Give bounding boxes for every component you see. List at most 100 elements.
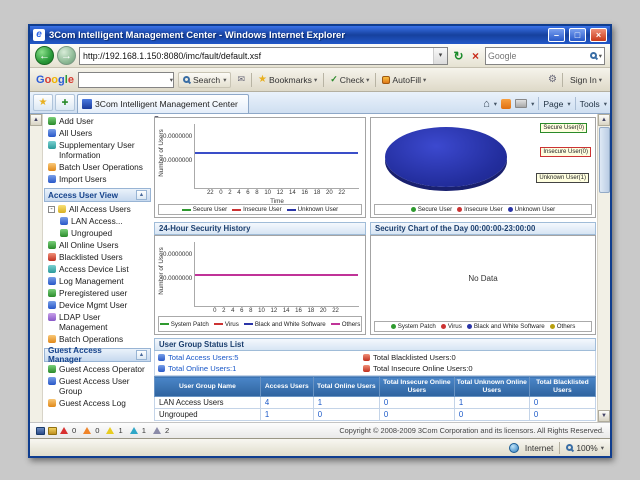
content-scrollbar[interactable]: ▲ ▼ bbox=[597, 114, 610, 422]
tools-menu-button[interactable]: Tools bbox=[580, 99, 600, 109]
check-button[interactable]: ✓Check▾ bbox=[328, 73, 371, 86]
device-status-icon[interactable] bbox=[36, 427, 45, 435]
sidebar-item-all-online-users[interactable]: All Online Users bbox=[44, 239, 151, 251]
user-group-name-cell[interactable]: LAN Access Users bbox=[155, 397, 261, 409]
sidebar-item-guest-access-log[interactable]: Guest Access Log bbox=[44, 397, 151, 409]
sidebar-item-import-users[interactable]: Import Users bbox=[44, 173, 151, 185]
stat-total-access-users[interactable]: Total Access Users:5 bbox=[158, 353, 363, 362]
scroll-up-icon[interactable]: ▲ bbox=[30, 114, 42, 126]
tree-collapse-icon[interactable]: - bbox=[48, 206, 55, 213]
panel-access-user-view[interactable]: Access User View ▲ bbox=[44, 188, 151, 202]
column-header[interactable]: Access Users bbox=[260, 377, 313, 397]
critical-alarm-icon[interactable] bbox=[60, 427, 68, 434]
table-row[interactable]: Ungrouped 1 0 0 0 0 bbox=[155, 409, 596, 421]
blacklisted-cell[interactable]: 0 bbox=[529, 409, 595, 421]
user-group-name-cell[interactable]: Ungrouped bbox=[155, 409, 261, 421]
blacklisted-cell[interactable]: 0 bbox=[529, 397, 595, 409]
stat-total-blacklisted-users[interactable]: Total Blacklisted Users:0 bbox=[363, 353, 592, 362]
sidebar-item-ungrouped[interactable]: Ungrouped bbox=[44, 227, 151, 239]
stat-total-insecure-online-users[interactable]: Total Insecure Online Users:0 bbox=[363, 364, 592, 373]
unknown-online-cell[interactable]: 1 bbox=[454, 397, 529, 409]
gear-icon[interactable]: ⚙ bbox=[548, 74, 557, 85]
scrollbar-thumb[interactable] bbox=[599, 127, 610, 193]
insecure-online-cell[interactable]: 0 bbox=[379, 397, 454, 409]
sidebar-scrollbar[interactable]: ▲ bbox=[30, 114, 43, 422]
sign-in-button[interactable]: Sign In▾ bbox=[568, 74, 604, 86]
scroll-up-icon[interactable]: ▲ bbox=[598, 114, 610, 126]
major-alarm-icon[interactable] bbox=[83, 427, 91, 434]
close-button[interactable]: × bbox=[590, 28, 607, 42]
info-alarm-count[interactable]: 2 bbox=[165, 426, 169, 435]
maximize-button[interactable]: □ bbox=[569, 28, 586, 42]
sidebar-item-lan-access[interactable]: LAN Access... bbox=[44, 215, 151, 227]
sidebar-item-batch-user-operations[interactable]: Batch User Operations bbox=[44, 161, 151, 173]
search-dropdown-icon[interactable]: ▾ bbox=[599, 52, 602, 60]
sidebar-item-all-access-users[interactable]: -All Access Users bbox=[44, 203, 151, 215]
sidebar-item-access-device-list[interactable]: Access Device List bbox=[44, 263, 151, 275]
sidebar-item-log-management[interactable]: Log Management bbox=[44, 275, 151, 287]
column-header[interactable]: Total Blacklisted Users bbox=[529, 377, 595, 397]
chevron-down-icon[interactable]: ▾ bbox=[604, 100, 607, 108]
zoom-control[interactable]: 100% ▾ bbox=[566, 443, 604, 453]
stat-total-online-users[interactable]: Total Online Users:1 bbox=[158, 364, 363, 373]
print-icon[interactable] bbox=[515, 99, 527, 108]
column-header[interactable]: Total Unknown Online Users bbox=[454, 377, 529, 397]
page-menu-button[interactable]: Page bbox=[543, 99, 563, 109]
search-icon[interactable] bbox=[590, 52, 597, 59]
chevron-down-icon[interactable]: ▾ bbox=[567, 100, 570, 108]
sidebar-item-preregistered-user[interactable]: Preregistered user bbox=[44, 287, 151, 299]
access-users-cell[interactable]: 4 bbox=[260, 397, 313, 409]
home-icon[interactable]: ⌂ bbox=[483, 98, 490, 110]
autofill-button[interactable]: AutoFill▾ bbox=[380, 74, 428, 86]
chevron-down-icon[interactable]: ▾ bbox=[531, 100, 534, 108]
access-users-cell[interactable]: 1 bbox=[260, 409, 313, 421]
google-search-dropdown-icon[interactable]: ▾ bbox=[170, 76, 173, 84]
table-row[interactable]: LAN Access Users 4 1 0 1 0 bbox=[155, 397, 596, 409]
sidebar-item-blacklisted-users[interactable]: Blacklisted Users bbox=[44, 251, 151, 263]
address-input[interactable] bbox=[80, 48, 433, 63]
refresh-icon[interactable]: ↻ bbox=[451, 49, 466, 63]
warning-alarm-count[interactable]: 1 bbox=[142, 426, 146, 435]
sidebar-item-ldap-user-management[interactable]: LDAP User Management bbox=[44, 311, 151, 333]
address-dropdown-icon[interactable]: ▾ bbox=[433, 48, 447, 64]
major-alarm-count[interactable]: 0 bbox=[95, 426, 99, 435]
sidebar-item-guest-access-user-group[interactable]: Guest Access User Group bbox=[44, 375, 151, 397]
sidebar-item-add-user[interactable]: Add User bbox=[44, 115, 151, 127]
panel-collapse-icon[interactable]: ▲ bbox=[136, 350, 147, 360]
panel-collapse-icon[interactable]: ▲ bbox=[136, 190, 147, 200]
google-search-input[interactable] bbox=[79, 75, 170, 85]
sidebar-item-device-mgmt-user[interactable]: Device Mgmt User bbox=[44, 299, 151, 311]
chevron-down-icon[interactable]: ▾ bbox=[494, 100, 497, 108]
unknown-online-cell[interactable]: 0 bbox=[454, 409, 529, 421]
column-header[interactable]: Total Online Users bbox=[313, 377, 379, 397]
critical-alarm-count[interactable]: 0 bbox=[72, 426, 76, 435]
column-header[interactable]: User Group Name bbox=[155, 377, 261, 397]
minor-alarm-icon[interactable] bbox=[106, 427, 114, 434]
sidebar-item-supplementary-user-information[interactable]: Supplementary User Information bbox=[44, 139, 151, 161]
back-button[interactable]: ← bbox=[35, 46, 54, 65]
page-tab[interactable]: 3Com Intelligent Management Center bbox=[77, 94, 249, 113]
feeds-icon[interactable] bbox=[501, 99, 511, 109]
insecure-online-cell[interactable]: 0 bbox=[379, 409, 454, 421]
minor-alarm-count[interactable]: 1 bbox=[118, 426, 122, 435]
alarm-panel-icon[interactable] bbox=[48, 427, 57, 435]
google-search-button[interactable]: Search▾ bbox=[178, 72, 232, 88]
search-input[interactable] bbox=[488, 51, 588, 61]
warning-alarm-icon[interactable] bbox=[130, 427, 138, 434]
sidebar-item-all-users[interactable]: All Users bbox=[44, 127, 151, 139]
scroll-down-icon[interactable]: ▼ bbox=[598, 410, 610, 422]
info-alarm-icon[interactable] bbox=[153, 427, 161, 434]
stop-icon[interactable]: × bbox=[469, 49, 482, 63]
add-favorite-button[interactable]: ✚ bbox=[55, 94, 75, 111]
online-users-cell[interactable]: 0 bbox=[313, 409, 379, 421]
bookmarks-button[interactable]: ★Bookmarks▾ bbox=[256, 73, 319, 86]
forward-button[interactable]: → bbox=[57, 46, 76, 65]
share-button[interactable]: ✉ bbox=[235, 73, 247, 86]
online-users-cell[interactable]: 1 bbox=[313, 397, 379, 409]
sidebar-item-guest-access-operator[interactable]: Guest Access Operator bbox=[44, 363, 151, 375]
column-header[interactable]: Total Insecure Online Users bbox=[379, 377, 454, 397]
sidebar-item-batch-operations[interactable]: Batch Operations bbox=[44, 333, 151, 345]
minimize-button[interactable]: – bbox=[548, 28, 565, 42]
favorites-button[interactable]: ★ bbox=[33, 94, 53, 111]
panel-guest-access-manager[interactable]: Guest Access Manager ▲ bbox=[44, 348, 151, 362]
